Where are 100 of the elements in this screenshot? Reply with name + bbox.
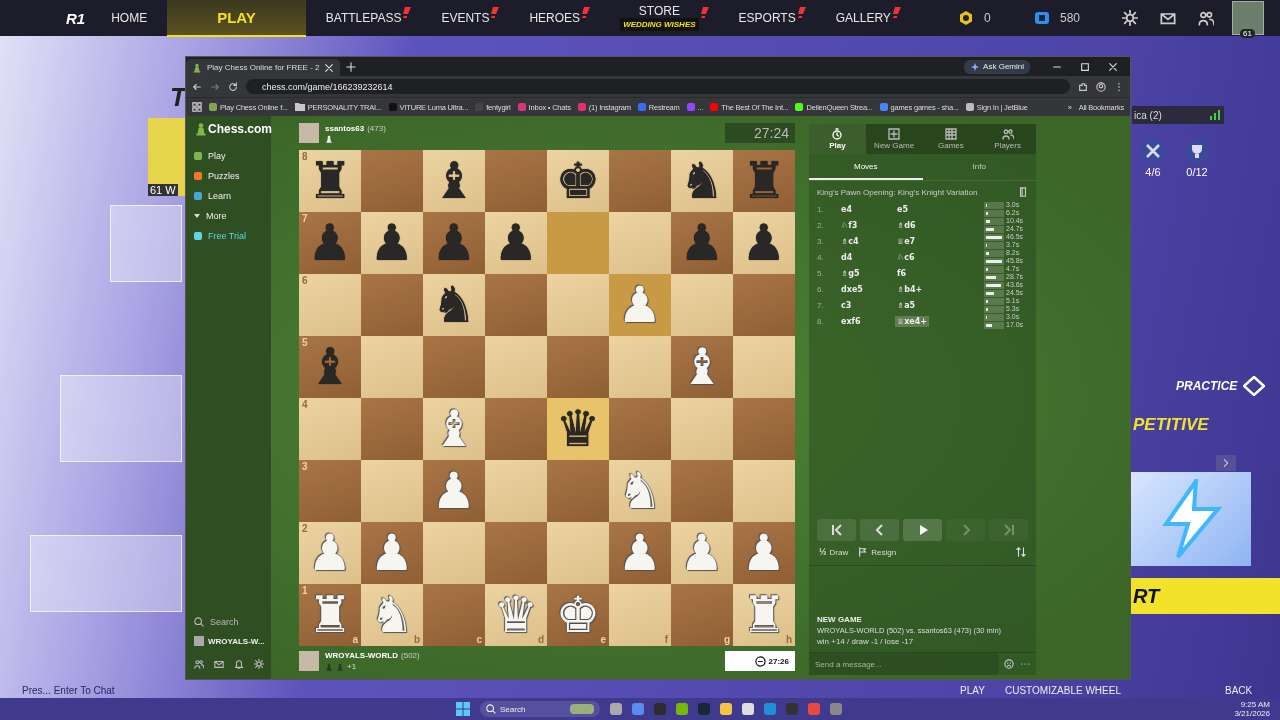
mail-icon[interactable] [1160,10,1176,26]
taskbar-app-icon[interactable] [764,703,776,715]
settings-icon[interactable] [254,659,264,669]
panel-tab[interactable]: Players [979,124,1036,154]
board-square[interactable] [547,460,609,522]
friends-icon[interactable] [1198,10,1214,26]
taskbar-search[interactable]: Search [480,701,600,717]
board-square[interactable]: ♟ [733,522,795,584]
chess-piece[interactable]: ♟ [741,215,787,271]
board-square[interactable] [671,398,733,460]
moves-info-tab[interactable]: Moves [809,154,923,180]
board-square[interactable]: ♟ [485,212,547,274]
emoji-icon[interactable] [1004,659,1014,669]
sidebar-link[interactable]: Puzzles [194,166,271,186]
board-square[interactable]: ♞ [671,150,733,212]
board-square[interactable]: ♚ [547,150,609,212]
board-square[interactable] [485,336,547,398]
move-notation[interactable]: ♘f3 [839,219,860,231]
next-arrow-button[interactable] [1216,455,1236,471]
taskbar-time[interactable]: 9:25 AM [1240,700,1270,709]
player-name[interactable]: WROYALS-WORLD [325,650,399,661]
sidebar-link[interactable]: Free Trial [194,226,271,246]
extensions-icon[interactable] [1078,81,1088,92]
settings-icon[interactable] [1122,10,1138,26]
player-name[interactable]: ssantos63 [325,123,365,134]
chess-piece[interactable]: ♟ [741,525,787,581]
board-square[interactable]: c [423,584,485,646]
moves-info-tab[interactable]: Info [922,154,1036,180]
move-notation[interactable]: ♕xe4+ [895,315,930,327]
taskbar-app-icon[interactable] [720,703,732,715]
sidebar-link[interactable]: More [194,206,271,226]
board-square[interactable]: ♝ [671,336,733,398]
chess-piece[interactable]: ♛ [555,401,601,457]
user-link[interactable]: WROYALS-W... [194,631,271,651]
chess-piece[interactable]: ♟ [493,215,539,271]
board-square[interactable]: ♟ [423,460,485,522]
taskbar-app-icon[interactable] [610,703,622,715]
board-square[interactable] [609,398,671,460]
board-square[interactable]: ♛ [547,398,609,460]
flip-board-icon[interactable] [1016,547,1026,557]
chess-piece[interactable]: ♟ [369,215,415,271]
board-square[interactable] [361,460,423,522]
board-square[interactable] [423,336,485,398]
close-icon[interactable] [1108,61,1118,72]
board-square[interactable] [609,150,671,212]
board-square[interactable]: ♞ [423,274,485,336]
game-nav-tab[interactable]: GALLERY [815,0,911,36]
chess-piece[interactable]: ♚ [555,153,601,209]
taskbar-app-icon[interactable] [632,703,644,715]
sidebar-link[interactable]: Play [194,146,271,166]
board-square[interactable] [361,398,423,460]
resign-button[interactable]: Resign [858,547,897,557]
chess-piece[interactable]: ♞ [679,153,725,209]
reload-icon[interactable] [228,81,238,92]
board-square[interactable] [733,460,795,522]
practice-button[interactable]: PRACTICE [1176,376,1266,396]
move-notation[interactable]: c3 [839,299,854,311]
prev-move-button[interactable] [860,519,899,541]
board-square[interactable] [733,336,795,398]
board-square[interactable]: ♝ [423,150,485,212]
board-square[interactable] [547,274,609,336]
search-button[interactable]: Search [194,613,271,631]
board-square[interactable] [361,336,423,398]
board-square[interactable]: ♟ [361,212,423,274]
profile-icon[interactable] [1096,81,1106,92]
board-square[interactable] [609,212,671,274]
chess-piece[interactable]: ♟ [431,463,477,519]
hero-card[interactable]: 61 W [148,118,188,196]
move-notation[interactable]: dxe5 [839,283,865,295]
panel-tab[interactable]: New Game [865,124,923,154]
board-square[interactable] [485,274,547,336]
new-tab-icon[interactable] [346,61,357,72]
game-nav-tab[interactable]: PLAY [167,0,306,37]
board-square[interactable] [671,274,733,336]
move-notation[interactable]: d4 [839,251,855,263]
bell-icon[interactable] [234,659,244,669]
sidebar-link[interactable]: Learn [194,186,271,206]
board-square[interactable] [361,274,423,336]
chess-piece[interactable]: ♟ [617,525,663,581]
close-tab-icon[interactable] [324,62,335,73]
chess-piece[interactable]: ♝ [679,339,725,395]
taskbar-app-icon[interactable] [676,703,688,715]
move-notation[interactable]: ♘c6 [895,251,917,263]
board-square[interactable] [485,398,547,460]
taskbar-app-icon[interactable] [742,703,754,715]
ask-gemini-button[interactable]: Ask Gemini [964,59,1030,74]
move-notation[interactable]: e4 [839,203,854,215]
site-logo[interactable]: Chess.com [194,122,271,136]
board-square[interactable] [485,460,547,522]
board-square[interactable]: ♟ [733,212,795,274]
board-square[interactable] [547,522,609,584]
board-square[interactable]: ♟ [361,522,423,584]
game-nav-tab[interactable]: HOME [91,0,168,36]
board-square[interactable]: ♟ [609,522,671,584]
move-notation[interactable]: ♗a5 [895,299,918,311]
chess-piece[interactable]: ♚ [555,587,601,643]
game-nav-tab[interactable]: BATTLEPASS [305,0,422,36]
board-square[interactable] [609,336,671,398]
move-notation[interactable]: f6 [895,267,909,279]
browser-tab[interactable]: Play Chess Online for FREE - 2 [186,59,341,76]
